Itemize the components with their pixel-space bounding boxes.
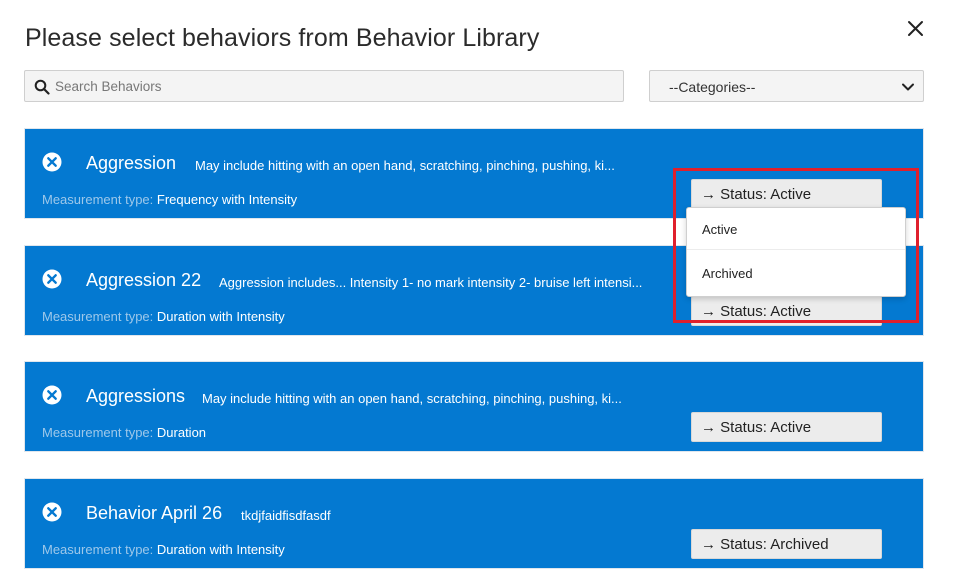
behavior-description: May include hitting with an open hand, s… [202, 391, 622, 406]
status-dropdown-menu: Active Archived [686, 207, 906, 297]
measurement-type-label: Measurement type: [42, 542, 157, 557]
status-label: → Status: Active [701, 186, 812, 203]
measurement-type-label: Measurement type: [42, 425, 157, 440]
status-button[interactable]: → Status: Active [691, 179, 882, 209]
behavior-name: Aggressions [86, 386, 186, 406]
close-button[interactable] [905, 18, 927, 40]
search-box [24, 70, 624, 102]
remove-circle-icon[interactable] [42, 269, 62, 289]
chevron-down-icon [902, 83, 914, 91]
measurement-type: Measurement type: Duration with Intensit… [42, 542, 285, 557]
status-button[interactable]: → Status: Active [691, 296, 882, 326]
measurement-type-label: Measurement type: [42, 192, 157, 207]
categories-selected-value: --Categories-- [669, 79, 756, 95]
status-button[interactable]: → Status: Archived [691, 529, 882, 559]
behavior-name: Behavior April 26 [86, 503, 223, 523]
behavior-description: Aggression includes... Intensity 1- no m… [219, 275, 643, 290]
behavior-description: May include hitting with an open hand, s… [195, 158, 615, 173]
measurement-type-value: Duration [156, 425, 207, 440]
measurement-type: Measurement type: Duration [42, 425, 206, 440]
behavior-description: tkdjfaidfisdfasdf [241, 508, 331, 523]
search-input[interactable] [55, 71, 615, 101]
measurement-type-value: Duration with Intensity [156, 309, 285, 324]
status-label: → Status: Active [701, 303, 812, 320]
measurement-type-value: Duration with Intensity [156, 542, 285, 557]
dropdown-divider [687, 249, 905, 250]
remove-circle-icon[interactable] [42, 502, 62, 522]
status-label: → Status: Archived [701, 536, 829, 553]
close-icon [908, 21, 923, 36]
measurement-type: Measurement type: Duration with Intensit… [42, 309, 285, 324]
status-option-active[interactable]: Active [687, 208, 905, 250]
status-option-archived[interactable]: Archived [687, 252, 905, 294]
measurement-type-label: Measurement type: [42, 309, 157, 324]
behavior-card[interactable]: Aggression May include hitting with an o… [24, 128, 924, 219]
behavior-name: Aggression 22 [86, 270, 202, 290]
status-option-label: Active [702, 222, 738, 237]
behavior-card[interactable]: Behavior April 26 tkdjfaidfisdfasdf Meas… [24, 478, 924, 569]
measurement-type: Measurement type: Frequency with Intensi… [42, 192, 297, 207]
status-button[interactable]: → Status: Active [691, 412, 882, 442]
behavior-card[interactable]: Aggressions May include hitting with an … [24, 361, 924, 452]
status-option-label: Archived [702, 266, 753, 281]
categories-select[interactable]: --Categories-- [649, 70, 924, 102]
status-label: → Status: Active [701, 419, 812, 436]
search-icon [34, 79, 50, 95]
dialog-title: Please select behaviors from Behavior Li… [25, 24, 540, 52]
measurement-type-value: Frequency with Intensity [156, 192, 298, 207]
remove-circle-icon[interactable] [42, 152, 62, 172]
behavior-name: Aggression [86, 153, 177, 173]
remove-circle-icon[interactable] [42, 385, 62, 405]
